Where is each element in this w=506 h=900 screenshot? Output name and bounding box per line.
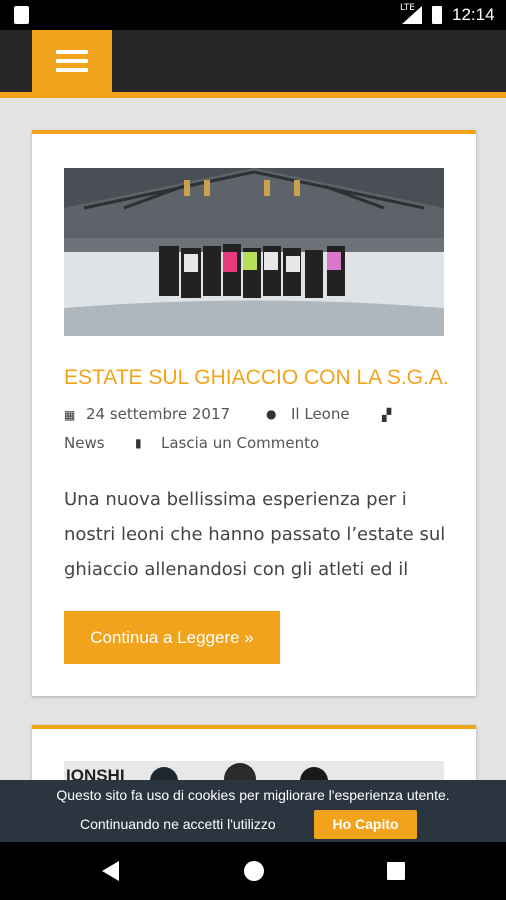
menu-button[interactable] [32, 30, 112, 92]
cookie-message: Questo sito fa uso di cookies per miglio… [56, 787, 450, 803]
calendar-icon: ▦ [64, 408, 76, 422]
post-featured-image[interactable] [64, 168, 444, 336]
post-excerpt: Una nuova bellissima esperienza per i no… [64, 489, 446, 580]
read-more-button[interactable]: Continua a Leggere » [64, 611, 280, 664]
cookie-accept-button[interactable]: Ho Capito [314, 810, 417, 839]
comment-icon: ▮ [135, 436, 142, 450]
post-date[interactable]: 24 settembre 2017 [86, 405, 230, 423]
post-category[interactable]: News [64, 434, 105, 452]
folder-icon: ▞ [382, 408, 392, 422]
hamburger-menu-icon [56, 50, 88, 54]
home-icon[interactable] [244, 861, 264, 881]
comment-link[interactable]: Lascia un Commento [161, 434, 319, 452]
cookie-banner: Questo sito fa uso di cookies per miglio… [0, 780, 506, 842]
header-accent-line [0, 92, 506, 98]
site-header [0, 30, 506, 98]
clock: 12:14 [452, 5, 495, 24]
status-bar: LTE 12:14 [0, 0, 506, 30]
signal-icon [402, 6, 422, 24]
post-title[interactable]: ESTATE SUL GHIACCIO CON LA S.G.A. [64, 366, 449, 390]
battery-icon [432, 6, 442, 24]
post-author[interactable]: Il Leone [291, 405, 350, 423]
recent-apps-icon[interactable] [387, 862, 405, 880]
android-nav-bar [0, 842, 506, 900]
sd-card-icon [14, 6, 29, 24]
back-icon[interactable] [102, 861, 119, 881]
post-card: ESTATE SUL GHIACCIO CON LA S.G.A. ▦ 24 s… [32, 130, 476, 696]
user-icon: ● [266, 407, 277, 421]
cookie-consent-text: Continuando ne accetti l'utilizzo [80, 816, 276, 832]
